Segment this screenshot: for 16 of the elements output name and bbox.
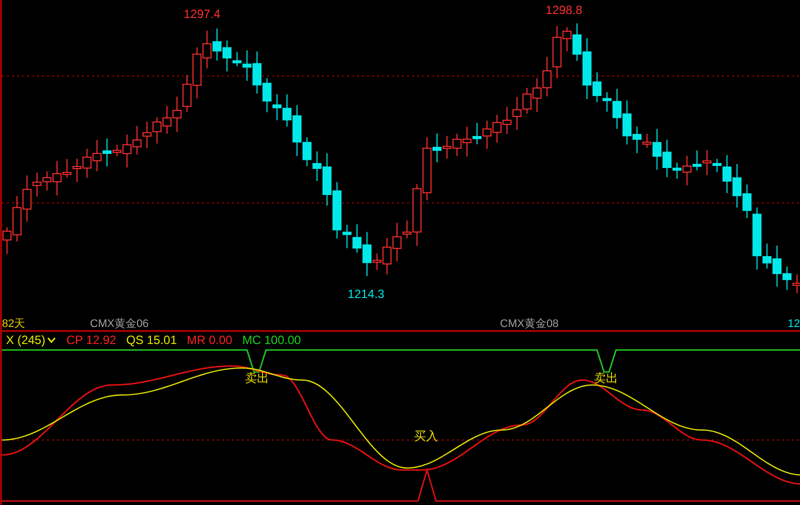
price-label: 1298.8 — [546, 3, 582, 17]
indicator-name[interactable]: X (245) — [6, 334, 46, 346]
legend-value: CP 12.92 — [66, 334, 116, 346]
signal-label: 卖出 — [594, 371, 618, 385]
axis-label: CMX黄金08 — [500, 319, 559, 330]
legend-value: MR 0.00 — [186, 334, 232, 346]
chevron-down-icon[interactable] — [47, 337, 56, 343]
axis-label: 82天 — [2, 319, 26, 330]
legend-value: QS 15.01 — [126, 334, 177, 346]
price-label: 1297.4 — [184, 7, 220, 21]
signal-label: 卖出 — [245, 371, 269, 385]
signal-label: 买入 — [414, 429, 438, 443]
axis-label: 12 — [788, 319, 800, 330]
axis-label: CMX黄金06 — [90, 319, 149, 330]
legend-value: MC 100.00 — [242, 334, 301, 346]
price-label: 1214.3 — [348, 287, 384, 301]
